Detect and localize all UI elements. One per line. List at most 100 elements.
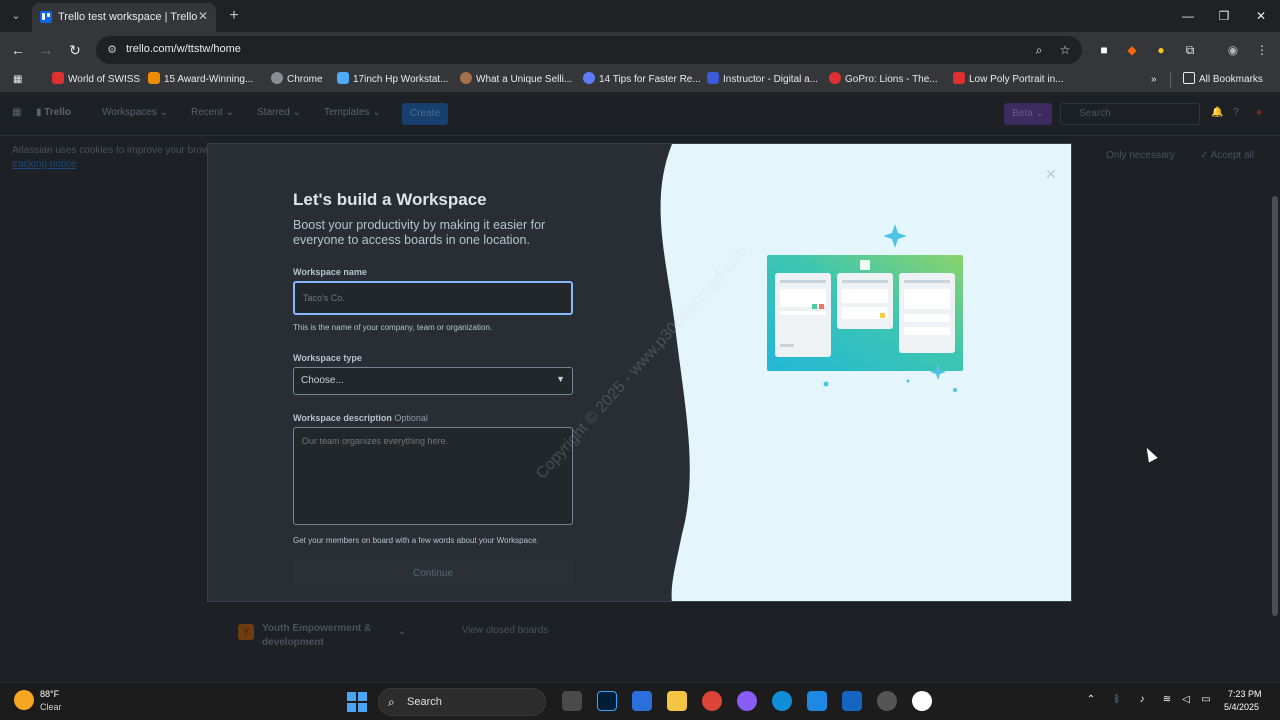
obs-icon[interactable] bbox=[877, 691, 897, 711]
forward-icon[interactable]: → bbox=[36, 40, 56, 60]
trello-logo[interactable]: ▮ Trello bbox=[36, 107, 71, 118]
bookmark-favicon-icon bbox=[337, 72, 349, 84]
windows-taskbar: 88°F Clear ⌕ Search ⌃ ᛒ ♪ ≋ ◁ ▭ 7:23 PM … bbox=[0, 682, 1280, 720]
bookmark-item[interactable]: 17inch Hp Workstat... bbox=[337, 72, 448, 88]
calculator-icon[interactable] bbox=[807, 691, 827, 711]
tab-search-icon[interactable]: ⌄ bbox=[6, 7, 26, 25]
url-text[interactable]: trello.com/w/ttstw/home bbox=[126, 43, 241, 55]
profile-avatar-icon[interactable]: ◉ bbox=[1224, 41, 1242, 59]
trello-search-input[interactable]: Search bbox=[1060, 103, 1200, 125]
photoshop-icon[interactable] bbox=[597, 691, 617, 711]
app-switcher-icon[interactable]: ▦ bbox=[12, 107, 21, 118]
accept-all-button[interactable]: ✓ Accept all bbox=[1200, 150, 1254, 161]
reload-icon[interactable]: ↻ bbox=[65, 40, 85, 60]
bookmark-item[interactable]: 14 Tips for Faster Re... bbox=[583, 72, 701, 88]
member-avatar[interactable]: ● bbox=[1256, 107, 1262, 118]
taskbar-search[interactable]: ⌕ Search bbox=[378, 688, 546, 716]
workspace-badge: Y bbox=[238, 624, 254, 640]
chrome-menu-icon[interactable]: ⋮ bbox=[1253, 41, 1271, 59]
active-tab[interactable]: Trello test workspace | Trello ✕ bbox=[32, 3, 216, 32]
address-bar[interactable]: ⚙ trello.com/w/ttstw/home ⌕ ☆ bbox=[96, 36, 1082, 64]
workspace-name-help: This is the name of your company, team o… bbox=[293, 323, 493, 332]
nav-starred[interactable]: Starred ⌄ bbox=[257, 107, 301, 118]
workspace-description-label: Workspace description Optional bbox=[293, 413, 428, 423]
tray-overflow-icon[interactable]: ⌃ bbox=[1084, 694, 1098, 705]
restore-icon[interactable]: ❐ bbox=[1214, 6, 1234, 26]
workspace-type-select[interactable]: Choose... ▼ bbox=[293, 367, 573, 395]
media-player-icon[interactable] bbox=[912, 691, 932, 711]
tab-title: Trello test workspace | Trello bbox=[58, 11, 198, 23]
start-button-icon[interactable] bbox=[347, 692, 367, 712]
cookie-notice-text: Atlassian uses cookies to improve your b… bbox=[12, 145, 210, 156]
modal-title: Let's build a Workspace bbox=[293, 190, 487, 209]
bookmarks-overflow-icon[interactable]: » bbox=[1151, 72, 1157, 88]
create-button[interactable]: Create bbox=[402, 103, 448, 125]
browser-toolbar: ← → ↻ ⚙ trello.com/w/ttstw/home ⌕ ☆ ■ ◆ … bbox=[0, 32, 1280, 68]
minimize-icon[interactable]: — bbox=[1178, 6, 1198, 26]
volume-icon[interactable]: ◁ bbox=[1179, 694, 1193, 705]
view-closed-boards-button[interactable]: View closed boards bbox=[452, 619, 558, 643]
extensions-puzzle-icon[interactable]: ⧉ bbox=[1181, 41, 1199, 59]
extension-icon[interactable]: ■ bbox=[1095, 41, 1113, 59]
notifications-icon[interactable]: 🔔 bbox=[1211, 107, 1223, 118]
workspace-name-input[interactable] bbox=[293, 281, 573, 315]
help-icon[interactable]: ? bbox=[1233, 107, 1239, 118]
bookmark-label: Instructor - Digital a... bbox=[723, 74, 819, 85]
bluetooth-icon[interactable]: ᛒ bbox=[1110, 694, 1124, 705]
bookmark-label: 17inch Hp Workstat... bbox=[353, 74, 449, 85]
wifi-icon[interactable]: ≋ bbox=[1160, 694, 1174, 705]
bookmark-item[interactable]: Instructor - Digital a... bbox=[707, 72, 818, 88]
clock-time[interactable]: 7:23 PM bbox=[1228, 689, 1262, 699]
file-explorer-icon[interactable] bbox=[667, 691, 687, 711]
page-scrollbar[interactable] bbox=[1270, 92, 1280, 682]
bookmark-favicon-icon bbox=[271, 72, 283, 84]
weather-condition[interactable]: Clear bbox=[40, 702, 62, 712]
weather-temperature[interactable]: 88°F bbox=[40, 689, 59, 699]
only-necessary-button[interactable]: Only necessary bbox=[1106, 150, 1175, 161]
task-view-icon[interactable] bbox=[562, 691, 582, 711]
bookmark-item[interactable]: World of SWISS bbox=[52, 72, 140, 88]
site-info-icon[interactable]: ⚙ bbox=[105, 43, 119, 57]
nav-workspaces[interactable]: Workspaces ⌄ bbox=[102, 107, 168, 118]
edge-icon[interactable] bbox=[772, 691, 792, 711]
extension-orange-icon[interactable]: ◆ bbox=[1123, 41, 1141, 59]
copilot-icon[interactable] bbox=[737, 691, 757, 711]
bookmark-item[interactable]: 15 Award-Winning... bbox=[148, 72, 253, 88]
continue-button[interactable]: Continue bbox=[293, 559, 573, 589]
chevron-down-icon[interactable]: ⌄ bbox=[398, 626, 406, 637]
nav-recent[interactable]: Recent ⌄ bbox=[191, 107, 234, 118]
weather-sun-icon[interactable] bbox=[14, 690, 34, 710]
workspace-description-input[interactable] bbox=[293, 427, 573, 525]
apps-grid-icon[interactable]: ▦ bbox=[13, 72, 29, 88]
photos-icon[interactable] bbox=[842, 691, 862, 711]
all-bookmarks[interactable]: All Bookmarks bbox=[1170, 72, 1263, 88]
bookmark-favicon-icon bbox=[583, 72, 595, 84]
create-workspace-modal: ✕ Let's build a Workspace Boost your pro… bbox=[207, 143, 1072, 602]
bookmark-item[interactable]: What a Unique Selli... bbox=[460, 72, 572, 88]
microphone-icon[interactable]: ♪ bbox=[1135, 694, 1149, 705]
battery-icon[interactable]: ▭ bbox=[1199, 694, 1213, 705]
zoom-search-icon[interactable]: ⌕ bbox=[1032, 43, 1046, 57]
beta-label: Beta bbox=[1012, 108, 1033, 119]
sparkle-dot bbox=[906, 379, 910, 383]
window-close-icon[interactable]: ✕ bbox=[1251, 6, 1271, 26]
bookmark-item[interactable]: GoPro: Lions - The... bbox=[829, 72, 938, 88]
bookmark-star-icon[interactable]: ☆ bbox=[1058, 43, 1072, 57]
scrollbar-thumb[interactable] bbox=[1272, 196, 1278, 616]
tracking-notice-link[interactable]: tracking notice bbox=[12, 159, 76, 170]
nav-templates[interactable]: Templates ⌄ bbox=[324, 107, 381, 118]
store-icon[interactable] bbox=[632, 691, 652, 711]
back-icon[interactable]: ← bbox=[8, 40, 28, 60]
workspace-description-help: Get your members on board with a few wor… bbox=[293, 536, 539, 545]
bookmark-item[interactable]: Low Poly Portrait in... bbox=[953, 72, 1063, 88]
beta-button[interactable]: Beta ⌄ bbox=[1004, 103, 1052, 125]
modal-close-icon[interactable]: ✕ bbox=[1043, 166, 1059, 182]
bookmarks-bar: ▦ World of SWISS 15 Award-Winning... Chr… bbox=[0, 68, 1280, 92]
extension-yellow-icon[interactable]: ● bbox=[1152, 41, 1170, 59]
new-tab-icon[interactable]: + bbox=[226, 7, 242, 25]
sparkle-dot bbox=[823, 381, 829, 387]
bookmark-item[interactable]: Chrome bbox=[271, 72, 323, 88]
chrome-icon[interactable] bbox=[702, 691, 722, 711]
tab-close-icon[interactable]: ✕ bbox=[196, 9, 210, 23]
clock-date[interactable]: 5/4/2025 bbox=[1224, 702, 1259, 712]
